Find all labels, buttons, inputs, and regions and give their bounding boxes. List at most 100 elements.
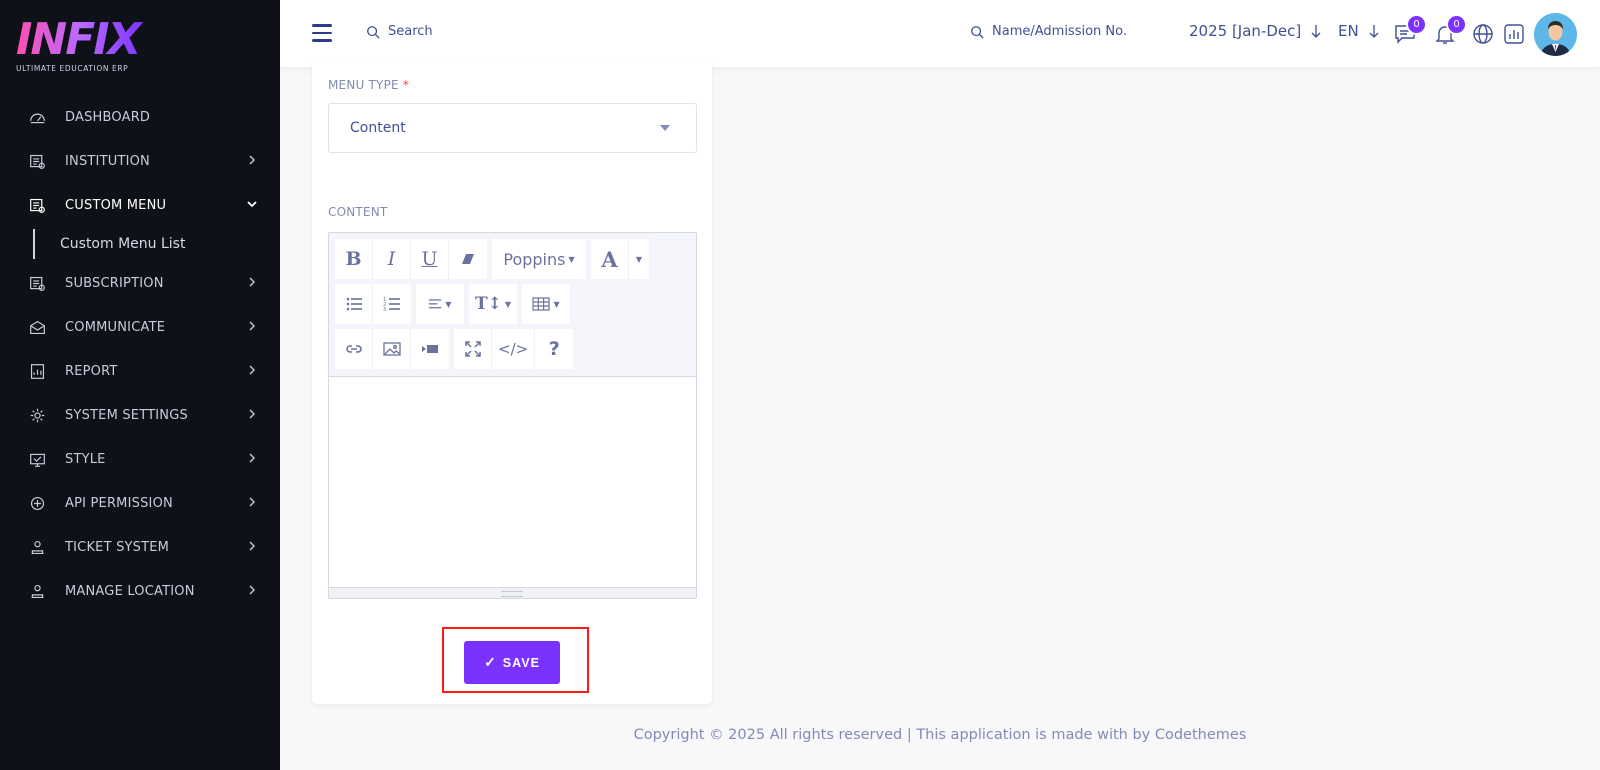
help-button[interactable]: ? xyxy=(535,329,574,369)
clear-format-button[interactable] xyxy=(449,239,487,279)
bold-button[interactable]: B xyxy=(335,239,373,279)
eraser-icon xyxy=(462,254,474,264)
app-logo[interactable]: INFIX ULTIMATE EDUCATION ERP xyxy=(16,18,146,74)
language-select[interactable]: EN xyxy=(1338,22,1380,40)
ordered-list-button[interactable]: 123 xyxy=(373,284,411,324)
toolbar-row: 123 ▼ T↕ ▼ ▼ xyxy=(335,284,575,324)
sidebar-item-style[interactable]: STYLE xyxy=(0,437,280,481)
text-height-icon: T↕ xyxy=(475,294,502,314)
institution-icon xyxy=(28,152,46,170)
page-footer: Copyright © 2025 All rights reserved | T… xyxy=(633,727,1247,743)
dashboard-icon xyxy=(28,108,46,126)
sidebar-item-label: MANAGE LOCATION xyxy=(65,583,195,599)
sidebar-item-dashboard[interactable]: DASHBOARD xyxy=(0,95,280,139)
analytics-button[interactable] xyxy=(1502,22,1526,46)
dropdown-caret-icon: ▼ xyxy=(504,299,512,309)
underline-icon: U xyxy=(421,248,438,270)
sidebar-item-label: SUBSCRIPTION xyxy=(65,275,164,291)
sidebar-item-api-permission[interactable]: API PERMISSION xyxy=(0,481,280,525)
line-height-dropdown[interactable]: T↕ ▼ xyxy=(469,284,518,324)
insert-image-button[interactable] xyxy=(373,329,411,369)
bold-icon: B xyxy=(345,248,362,270)
dropdown-caret-icon: ▼ xyxy=(445,299,452,309)
menu-type-label: MENU TYPE * xyxy=(328,78,409,92)
logo-subtitle: ULTIMATE EDUCATION ERP xyxy=(16,64,129,73)
table-icon xyxy=(532,297,551,311)
toolbar-group-table: ▼ xyxy=(522,284,571,324)
sidebar-item-label: TICKET SYSTEM xyxy=(65,539,170,555)
toolbar-row: B I U Poppins ▼ A ▼ xyxy=(335,239,654,279)
dropdown-caret-icon: ▼ xyxy=(553,299,560,309)
notification-button[interactable]: 0 xyxy=(1433,14,1467,46)
chevron-right-icon xyxy=(249,453,255,463)
arrow-down-icon xyxy=(1369,25,1379,38)
chevron-right-icon xyxy=(249,409,255,419)
notification-count-badge: 0 xyxy=(1446,14,1467,35)
save-button-label: SAVE xyxy=(502,655,540,670)
editor-content-area[interactable] xyxy=(329,377,696,587)
sidebar-item-label: SYSTEM SETTINGS xyxy=(65,407,188,423)
sidebar-item-institution[interactable]: INSTITUTION xyxy=(0,139,280,183)
academic-year-value: 2025 [Jan-Dec] xyxy=(1189,22,1302,40)
admission-search[interactable]: Name/Admission No. xyxy=(970,24,1127,39)
academic-year-select[interactable]: 2025 [Jan-Dec] xyxy=(1189,22,1322,40)
style-icon xyxy=(28,450,46,468)
numbered-list-icon: 123 xyxy=(383,297,400,313)
hamburger-menu-icon[interactable] xyxy=(312,24,332,42)
ticket-icon xyxy=(28,538,46,556)
editor-resize-handle[interactable] xyxy=(329,587,696,598)
insert-link-button[interactable] xyxy=(335,329,373,369)
code-view-button[interactable]: </> xyxy=(492,329,536,369)
sidebar-item-manage-location[interactable]: MANAGE LOCATION xyxy=(0,569,280,613)
toolbar-group-color: A ▼ xyxy=(591,239,649,279)
arrow-down-icon xyxy=(1311,25,1321,38)
rich-text-editor: B I U Poppins ▼ A ▼ 123 ▼ T↕ ▼ ▼ </> ? xyxy=(328,232,697,599)
toolbar-group-insert xyxy=(335,329,449,369)
logo-mark: INFIX xyxy=(16,18,146,62)
custom-menu-form-card: MENU TYPE * Content CONTENT B I U Poppin… xyxy=(312,60,712,704)
sidebar-item-communicate[interactable]: COMMUNICATE xyxy=(0,305,280,349)
dropdown-caret-icon: ▼ xyxy=(568,254,575,264)
italic-button[interactable]: I xyxy=(373,239,411,279)
caret-down-icon xyxy=(660,125,670,131)
sidebar-subitem-custom-menu-list[interactable]: Custom Menu List xyxy=(0,227,280,261)
sidebar-subitem-label: Custom Menu List xyxy=(60,236,186,252)
chat-count-badge: 0 xyxy=(1406,14,1427,35)
unordered-list-button[interactable] xyxy=(335,284,373,324)
header-search[interactable]: Search xyxy=(366,24,433,39)
save-button[interactable]: ✓ SAVE xyxy=(464,641,560,684)
content-label: CONTENT xyxy=(328,205,388,219)
font-family-value: Poppins xyxy=(503,249,566,269)
sidebar-item-ticket-system[interactable]: TICKET SYSTEM xyxy=(0,525,280,569)
subscription-icon xyxy=(28,274,46,292)
paragraph-align-dropdown[interactable]: ▼ xyxy=(416,284,464,324)
search-label: Search xyxy=(388,24,433,39)
video-icon xyxy=(422,345,438,353)
check-icon: ✓ xyxy=(484,654,497,670)
sidebar-item-report[interactable]: REPORT xyxy=(0,349,280,393)
font-color-dropdown[interactable]: ▼ xyxy=(629,239,649,279)
chevron-right-icon xyxy=(249,497,255,507)
align-left-icon xyxy=(429,299,442,309)
help-icon: ? xyxy=(548,338,560,360)
user-avatar[interactable] xyxy=(1534,13,1577,56)
website-button[interactable] xyxy=(1471,22,1495,46)
fullscreen-icon xyxy=(464,341,481,357)
font-family-dropdown[interactable]: Poppins ▼ xyxy=(492,239,586,279)
sidebar-item-subscription[interactable]: SUBSCRIPTION xyxy=(0,261,280,305)
fullscreen-button[interactable] xyxy=(454,329,492,369)
sidebar-item-label: API PERMISSION xyxy=(65,495,173,511)
chevron-right-icon xyxy=(249,541,255,551)
chat-button[interactable]: 0 xyxy=(1393,14,1427,46)
toolbar-group-view: </> ? xyxy=(454,329,574,369)
underline-button[interactable]: U xyxy=(411,239,449,279)
insert-video-button[interactable] xyxy=(411,329,449,369)
table-dropdown[interactable]: ▼ xyxy=(522,284,571,324)
sidebar-item-custom-menu[interactable]: CUSTOM MENU xyxy=(0,183,280,227)
gear-icon xyxy=(28,406,46,424)
font-color-button[interactable]: A xyxy=(591,239,629,279)
menu-type-select[interactable]: Content xyxy=(328,103,697,153)
menu-type-value: Content xyxy=(350,120,406,136)
sidebar-item-system-settings[interactable]: SYSTEM SETTINGS xyxy=(0,393,280,437)
chevron-right-icon xyxy=(249,155,255,165)
